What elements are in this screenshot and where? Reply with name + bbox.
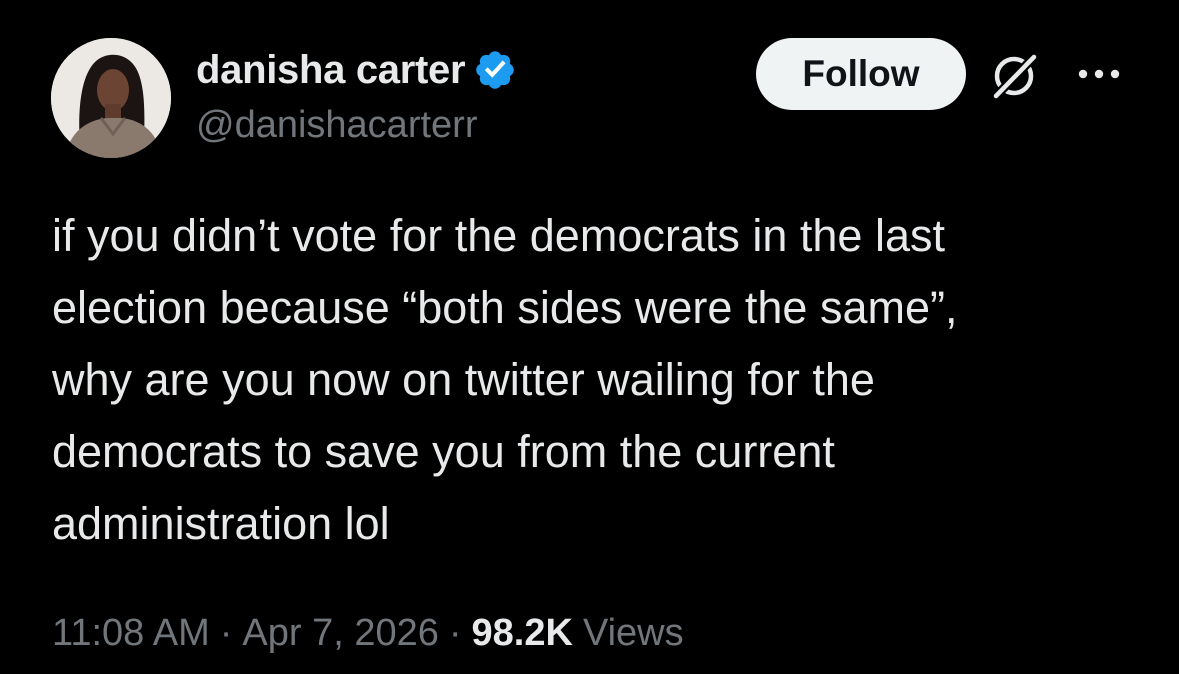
tweet-text-line: if you didn’t vote for the democrats in …: [52, 210, 945, 261]
verified-badge-icon: [476, 51, 515, 89]
meta-separator: ·: [448, 612, 462, 654]
tweet-text-line: election because “both sides were the sa…: [52, 282, 958, 333]
tweet-time[interactable]: 11:08 AM: [52, 612, 210, 655]
tweet-text-line: administration lol: [52, 498, 390, 549]
avatar[interactable]: [51, 38, 171, 158]
meta-separator: ·: [219, 612, 233, 654]
tweet-date[interactable]: Apr 7, 2026: [242, 612, 438, 655]
author-handle[interactable]: @danishacarterr: [196, 104, 477, 147]
author-name-row[interactable]: danisha carter: [196, 42, 517, 98]
grok-icon[interactable]: [988, 50, 1040, 102]
more-options-icon[interactable]: [1075, 64, 1123, 84]
tweet-text-line: democrats to save you from the current: [52, 426, 835, 477]
tweet-meta: 11:08 AM · Apr 7, 2026 · 98.2K Views: [52, 612, 684, 655]
profile-photo-avatar: [51, 38, 171, 158]
tweet-text-line: why are you now on twitter wailing for t…: [52, 354, 875, 405]
tweet-card: danisha carter @danishacarterr Follow if…: [0, 0, 1179, 674]
views-label: Views: [582, 612, 684, 654]
follow-button[interactable]: Follow: [756, 38, 966, 110]
author-display-name[interactable]: danisha carter: [196, 48, 466, 93]
views-count[interactable]: 98.2K: [472, 612, 573, 655]
tweet-text: if you didn’t vote for the democrats in …: [52, 200, 1142, 560]
